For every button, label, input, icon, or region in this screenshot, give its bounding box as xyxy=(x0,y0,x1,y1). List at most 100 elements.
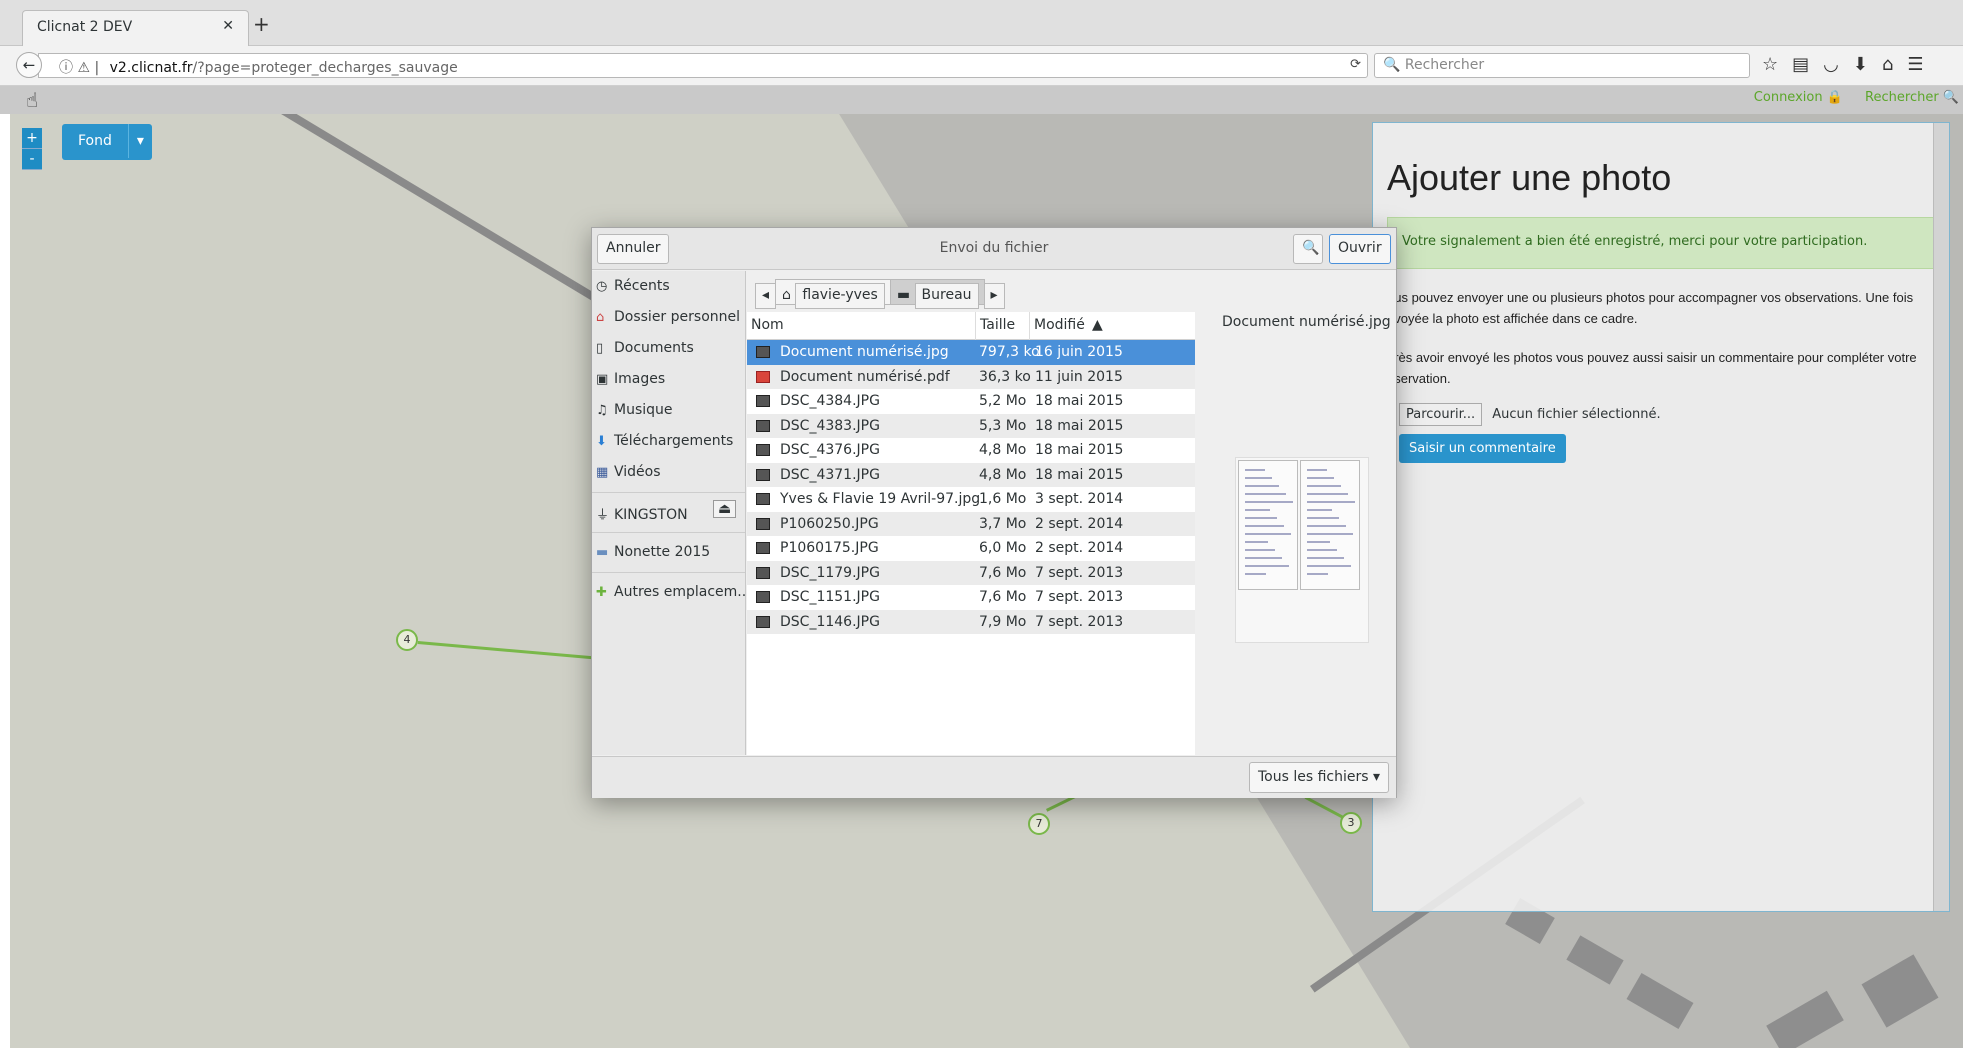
sidebar-item-home[interactable]: ⌂ Dossier personnel xyxy=(592,302,745,333)
search-link[interactable]: Rechercher 🔍 xyxy=(1865,90,1959,105)
clock-icon: ◷ xyxy=(596,279,608,294)
new-tab-icon[interactable]: + xyxy=(253,12,270,36)
menu-icon[interactable]: ☰ xyxy=(1907,54,1937,75)
success-alert: Votre signalement a bien été enregistré,… xyxy=(1387,217,1935,269)
file-date: 3 sept. 2014 xyxy=(1035,491,1124,507)
sidebar-item-other-locations[interactable]: ✚ Autres emplacem... xyxy=(592,577,745,608)
caret-down-icon[interactable]: ▾ xyxy=(127,124,152,158)
sidebar-item-kingston[interactable]: ⏚ KINGSTON ⏏ xyxy=(592,497,745,528)
zoom-in-button[interactable]: + xyxy=(22,128,42,149)
file-size: 5,3 Mo xyxy=(979,417,1027,434)
preview-text-line xyxy=(1307,501,1355,503)
file-row[interactable]: P1060175.JPG 6,0 Mo 2 sept. 2014 xyxy=(747,536,1195,561)
url-bar[interactable]: ⓘ ⚠ | v2.clicnat.fr/?page=proteger_decha… xyxy=(38,53,1368,78)
cancel-button[interactable]: Annuler xyxy=(597,234,670,264)
bookmark-star-icon[interactable]: ☆ xyxy=(1762,54,1792,75)
pan-hand-icon[interactable]: ☝ xyxy=(26,88,38,112)
file-row[interactable]: Document numérisé.jpg 797,3 ko 16 juin 201… xyxy=(747,340,1195,365)
file-type-filter[interactable]: Tous les fichiers ▾ xyxy=(1248,762,1389,793)
panel-scrollbar[interactable] xyxy=(1933,123,1949,911)
browser-search-input[interactable]: 🔍 Rechercher xyxy=(1374,53,1750,78)
preview-text-line xyxy=(1307,533,1353,535)
map-building xyxy=(1566,935,1624,985)
file-icon xyxy=(756,566,770,579)
map-marker[interactable]: 4 xyxy=(396,629,418,651)
reload-icon[interactable]: ⟳ xyxy=(1350,57,1361,72)
sidebar-item-music[interactable]: ♫ Musique xyxy=(592,395,745,426)
file-date: 16 juin 2015 xyxy=(1035,344,1123,360)
file-icon xyxy=(756,370,770,383)
preview-filename: Document numérisé.jpg xyxy=(1222,314,1391,330)
home-icon[interactable]: ⌂ xyxy=(1882,54,1907,75)
file-row[interactable]: Document numérisé.pdf 36,3 ko 11 juin 2015 xyxy=(747,364,1195,389)
sidebar-item-videos[interactable]: ▦ Vidéos xyxy=(592,457,745,488)
zoom-out-button[interactable]: - xyxy=(22,149,42,170)
basemap-label: Fond xyxy=(78,133,112,149)
file-row[interactable]: DSC_1151.JPG 7,6 Mo 7 sept. 2013 xyxy=(747,585,1195,610)
file-row[interactable]: DSC_4384.JPG 5,2 Mo 18 mai 2015 xyxy=(747,389,1195,414)
preview-text-line xyxy=(1245,541,1268,543)
preview-text-line xyxy=(1245,493,1286,495)
file-size: 7,9 Mo xyxy=(979,613,1027,630)
sidebar-item-nonette[interactable]: ▬ Nonette 2015 xyxy=(592,537,745,568)
file-row[interactable]: DSC_4371.JPG 4,8 Mo 18 mai 2015 xyxy=(747,462,1195,487)
close-tab-icon[interactable]: ✕ xyxy=(222,18,234,34)
download-icon[interactable]: ⬇ xyxy=(1853,54,1882,75)
back-button[interactable]: ← xyxy=(16,52,42,78)
preview-page xyxy=(1300,460,1360,590)
sidebar-divider xyxy=(592,572,745,573)
preview-text-line xyxy=(1245,557,1282,559)
browser-tab[interactable]: Clicnat 2 DEV ✕ xyxy=(22,10,249,46)
column-size[interactable]: Taille xyxy=(975,312,1015,340)
preview-text-line xyxy=(1307,517,1339,519)
file-name: DSC_4376.JPG xyxy=(780,442,880,458)
file-date: 7 sept. 2013 xyxy=(1035,564,1124,581)
file-size: 4,8 Mo xyxy=(979,442,1027,458)
file-list-header: Nom Taille Modifié ▲ xyxy=(747,312,1195,340)
preview-text-line xyxy=(1245,469,1265,471)
browse-button[interactable]: Parcourir... xyxy=(1399,403,1483,426)
file-row[interactable]: Yves & Flavie 19 Avril-97.jpg 1,6 Mo 3 sep… xyxy=(747,487,1195,512)
sidebar-item-recent[interactable]: ◷ Récents xyxy=(592,271,745,302)
file-row[interactable]: DSC_4376.JPG 4,8 Mo 18 mai 2015 xyxy=(747,438,1195,463)
map-building xyxy=(1626,973,1694,1029)
sidebar-item-downloads[interactable]: ⬇ Téléchargements xyxy=(592,426,745,457)
column-name[interactable]: Nom xyxy=(751,317,784,333)
preview-text-line xyxy=(1245,525,1284,527)
eject-icon[interactable]: ⏏ xyxy=(713,500,737,518)
search-icon[interactable]: 🔍 xyxy=(1293,234,1323,264)
open-button[interactable]: Ouvrir xyxy=(1329,234,1391,264)
breadcrumb-back-button[interactable]: ◂ xyxy=(755,283,777,309)
sidebar-item-documents[interactable]: ▯ Documents xyxy=(592,333,745,364)
file-date: 11 juin 2015 xyxy=(1035,368,1123,385)
file-name: Document numérisé.pdf xyxy=(780,368,950,385)
breadcrumb-home[interactable]: ⌂ flavie-yves xyxy=(775,279,891,309)
file-row[interactable]: DSC_4383.JPG 5,3 Mo 18 mai 2015 xyxy=(747,413,1195,438)
url-domain: v2.clicnat.fr xyxy=(109,60,193,76)
breadcrumb-current[interactable]: ▬ Bureau xyxy=(889,279,985,309)
file-row[interactable]: DSC_1146.JPG 7,9 Mo 7 sept. 2013 xyxy=(747,609,1195,634)
column-modified[interactable]: Modifié xyxy=(1029,312,1085,340)
reading-list-icon[interactable]: ▤ xyxy=(1792,54,1823,75)
preview-text-line xyxy=(1307,477,1334,479)
pocket-icon[interactable]: ◡ xyxy=(1823,54,1853,75)
file-icon xyxy=(756,542,770,554)
sidebar-item-images[interactable]: ▣ Images xyxy=(592,364,745,395)
file-size: 4,8 Mo xyxy=(979,466,1027,483)
file-icon xyxy=(756,615,770,628)
preview-text-line xyxy=(1307,485,1341,487)
map-marker[interactable]: 7 xyxy=(1028,813,1050,835)
file-icon xyxy=(756,493,770,505)
music-icon: ♫ xyxy=(596,403,608,418)
file-row[interactable]: P1060250.JPG 3,7 Mo 2 sept. 2014 xyxy=(747,511,1195,536)
breadcrumb-forward-button[interactable]: ▸ xyxy=(983,283,1005,309)
comment-button[interactable]: Saisir un commentaire xyxy=(1399,434,1566,463)
preview-text-line xyxy=(1245,549,1275,551)
site-info-icon[interactable]: ⓘ ⚠ | xyxy=(59,60,99,76)
preview-text-line xyxy=(1245,573,1266,575)
login-link[interactable]: Connexion 🔒 xyxy=(1754,90,1843,105)
map-marker[interactable]: 3 xyxy=(1340,812,1362,834)
file-row[interactable]: DSC_1179.JPG 7,6 Mo 7 sept. 2013 xyxy=(747,560,1195,585)
basemap-dropdown[interactable]: Fond ▾ xyxy=(62,124,152,160)
search-icon: 🔍 xyxy=(1383,57,1405,73)
